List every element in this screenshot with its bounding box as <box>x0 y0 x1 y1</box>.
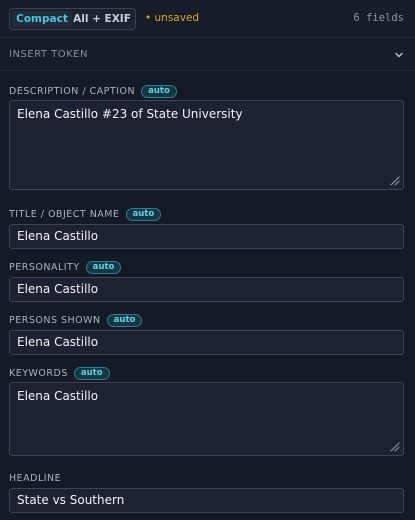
persons-shown-input[interactable]: Elena Castillo <box>9 330 404 355</box>
mode-all-exif-button[interactable]: All + EXIF <box>72 11 132 27</box>
unsaved-status: • unsaved <box>145 12 200 24</box>
field-keywords-header: KEYWORDS auto <box>9 366 110 380</box>
field-personality-header: PERSONALITY auto <box>9 260 122 274</box>
personality-input[interactable]: Elena Castillo <box>9 277 404 302</box>
auto-badge: auto <box>85 260 122 274</box>
auto-badge: auto <box>73 366 110 380</box>
auto-badge: auto <box>106 313 143 327</box>
toolbar: Compact All + EXIF • unsaved 6 fields <box>0 0 415 38</box>
field-label: PERSONS SHOWN <box>9 314 101 326</box>
field-label: PERSONALITY <box>9 261 80 273</box>
field-label: TITLE / OBJECT NAME <box>9 208 120 220</box>
mode-toggle: Compact All + EXIF <box>9 8 136 30</box>
resize-grip-icon[interactable] <box>390 442 400 452</box>
auto-badge: auto <box>141 84 177 98</box>
description-value: Elena Castillo #23 of State University <box>17 107 243 121</box>
field-label: DESCRIPTION / CAPTION <box>9 85 136 97</box>
field-label: KEYWORDS <box>9 367 68 379</box>
field-description-header: DESCRIPTION / CAPTION auto <box>9 84 177 98</box>
keywords-value: Elena Castillo <box>17 389 99 403</box>
title-input[interactable]: Elena Castillo <box>9 224 404 249</box>
insert-token-toggle[interactable]: INSERT TOKEN <box>0 39 415 71</box>
field-count: 6 fields <box>353 12 404 24</box>
field-label: HEADLINE <box>9 472 62 484</box>
chevron-down-icon <box>395 52 403 58</box>
field-persons-shown-header: PERSONS SHOWN auto <box>9 313 143 327</box>
mode-compact-button[interactable]: Compact <box>12 11 72 27</box>
field-headline-header: HEADLINE <box>9 471 61 485</box>
resize-grip-icon[interactable] <box>390 176 400 186</box>
field-title-header: TITLE / OBJECT NAME auto <box>9 207 162 221</box>
description-textarea[interactable]: Elena Castillo #23 of State University <box>9 100 404 190</box>
insert-token-label: INSERT TOKEN <box>9 49 88 60</box>
keywords-textarea[interactable]: Elena Castillo <box>9 382 404 456</box>
auto-badge: auto <box>125 207 162 221</box>
headline-input[interactable]: State vs Southern <box>9 488 404 513</box>
